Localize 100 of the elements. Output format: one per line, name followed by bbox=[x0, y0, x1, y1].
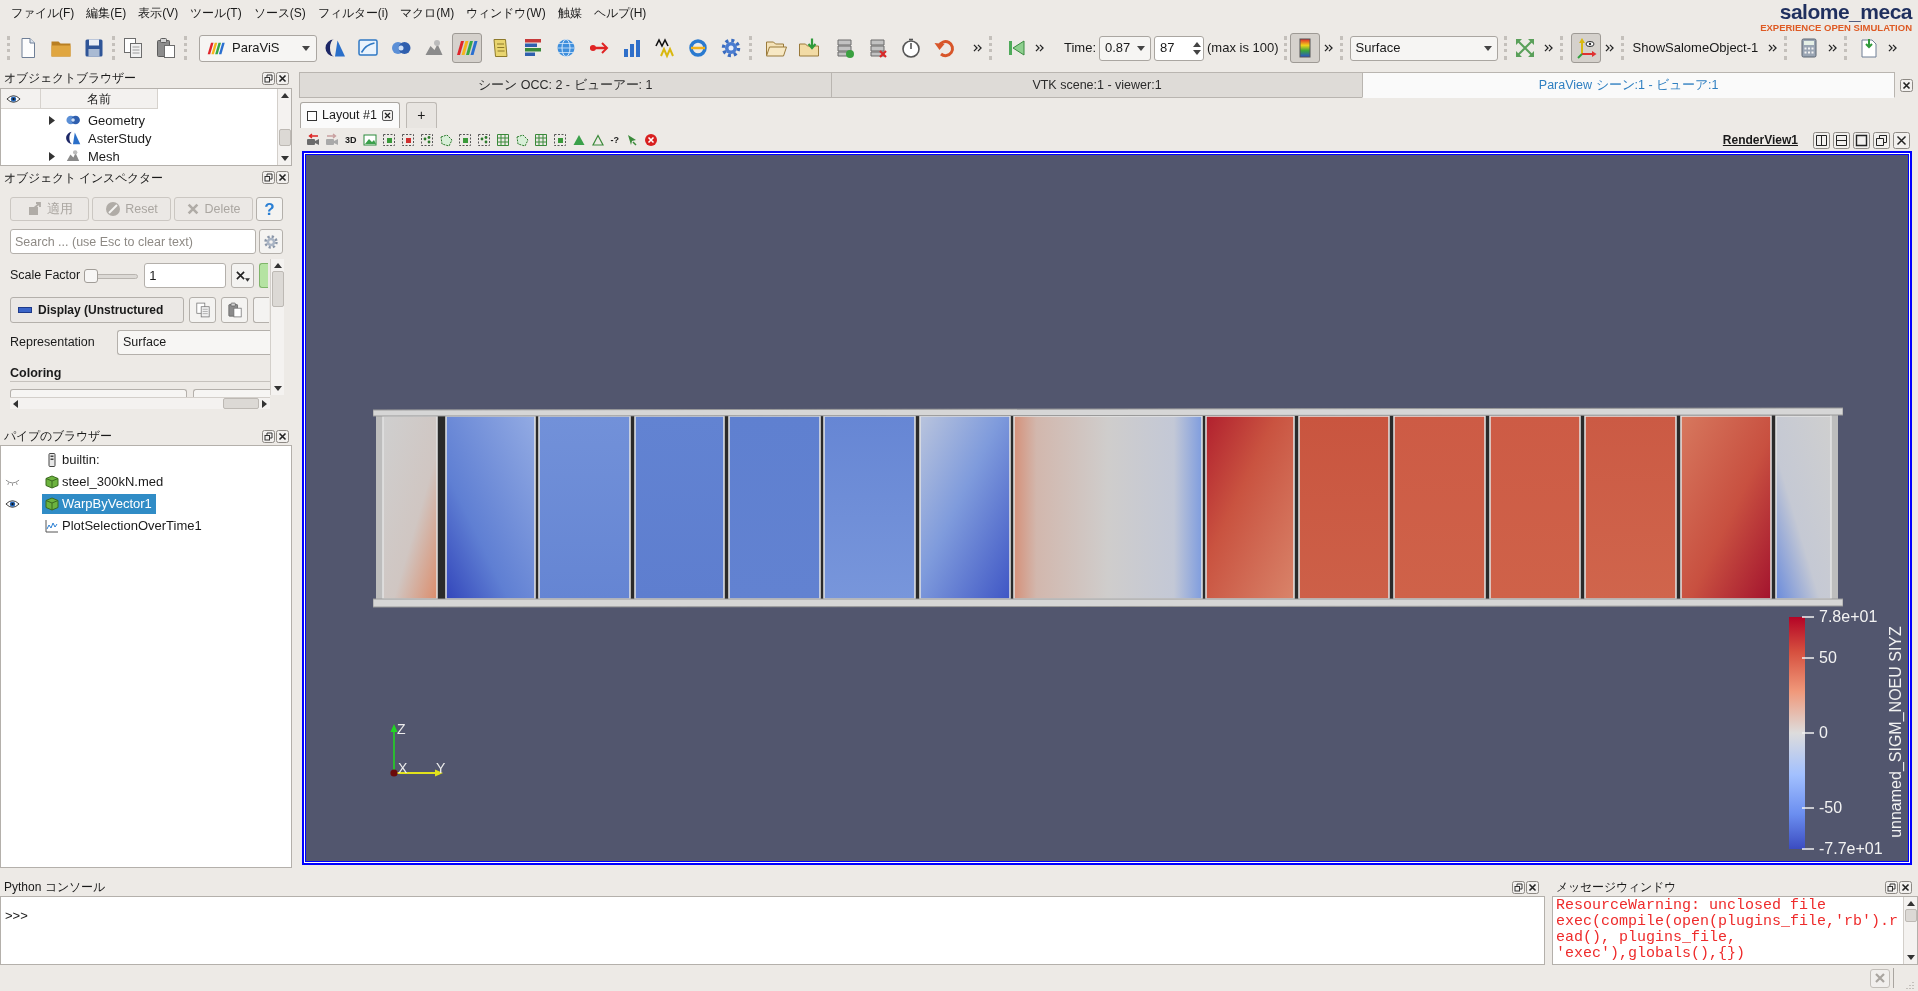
menu-item[interactable]: マクロ(M) bbox=[394, 0, 461, 24]
clear-button[interactable] bbox=[231, 263, 255, 288]
scrollbar[interactable] bbox=[270, 259, 284, 395]
scroll-up-icon[interactable] bbox=[280, 93, 289, 98]
axes-icon[interactable] bbox=[1570, 33, 1601, 63]
tree-item[interactable]: Geometry bbox=[1, 111, 277, 129]
undo-icon[interactable] bbox=[933, 37, 955, 59]
stacked-bars-icon[interactable] bbox=[522, 37, 544, 59]
menu-item[interactable]: 編集(E) bbox=[80, 0, 133, 24]
triangle-icon[interactable] bbox=[571, 133, 586, 147]
settings-icon[interactable] bbox=[720, 37, 742, 59]
camera-arrow-icon[interactable] bbox=[306, 133, 320, 147]
double-chevron-icon[interactable] bbox=[1604, 44, 1614, 52]
add-tab-button[interactable]: + bbox=[405, 102, 437, 128]
menu-item[interactable]: ウィンドウ(W) bbox=[460, 0, 552, 24]
float-icon[interactable] bbox=[262, 171, 275, 184]
folder-import-icon[interactable] bbox=[798, 37, 820, 59]
layout-tab[interactable]: Layout #1 bbox=[300, 102, 400, 128]
card-curve-icon[interactable] bbox=[357, 37, 379, 59]
stack-remove-icon[interactable] bbox=[867, 37, 889, 59]
stack-add-icon[interactable] bbox=[834, 37, 856, 59]
spin-up-icon[interactable] bbox=[1193, 41, 1202, 47]
display-button[interactable]: Display (Unstructured bbox=[10, 297, 184, 323]
close-icon[interactable] bbox=[381, 110, 393, 121]
paste-button[interactable] bbox=[221, 297, 248, 323]
scroll-up-icon[interactable] bbox=[273, 263, 282, 268]
selection-frame-icon[interactable] bbox=[457, 133, 472, 147]
eye-closed-icon[interactable] bbox=[5, 478, 20, 486]
tree-item[interactable]: AsterStudy bbox=[1, 129, 277, 147]
clipped-button[interactable] bbox=[10, 389, 187, 397]
render-view[interactable]: Z X Y 7.8e+01 50 0 -50 -7.7e+01 unnamed_SIGM_NOEU SIYZ bbox=[302, 151, 1912, 865]
scroll-thumb[interactable] bbox=[278, 129, 291, 146]
scroll-down-icon[interactable] bbox=[280, 156, 289, 161]
split-horizontal-icon[interactable] bbox=[1813, 131, 1830, 149]
scrollbar[interactable] bbox=[277, 89, 291, 165]
tree-item[interactable]: steel_300kN.med bbox=[42, 472, 168, 492]
macro-button[interactable]: ShowSalomeObject-1 bbox=[1632, 38, 1759, 58]
representation-dropdown[interactable]: Surface bbox=[1349, 35, 1498, 61]
tree-item[interactable]: PlotSelectionOverTime1 bbox=[42, 516, 206, 536]
ring-bar-icon[interactable] bbox=[687, 37, 709, 59]
zigzag-icon[interactable] bbox=[654, 37, 676, 59]
menu-item[interactable]: 表示(V) bbox=[132, 0, 185, 24]
double-chevron-icon[interactable] bbox=[973, 44, 982, 52]
clipped-button[interactable] bbox=[193, 389, 270, 397]
restore-icon[interactable] bbox=[1873, 131, 1890, 149]
column-header[interactable]: 名前 bbox=[41, 89, 158, 109]
close-icon[interactable] bbox=[1899, 880, 1912, 894]
time-dropdown[interactable]: 0.87 bbox=[1099, 35, 1152, 61]
value-field[interactable]: 1 bbox=[144, 263, 227, 288]
double-chevron-icon[interactable] bbox=[1035, 44, 1044, 52]
tree-item[interactable]: builtin: bbox=[42, 450, 104, 470]
save-icon[interactable] bbox=[83, 37, 105, 59]
close-icon[interactable] bbox=[276, 71, 289, 85]
copy-button[interactable] bbox=[189, 297, 216, 323]
float-icon[interactable] bbox=[262, 429, 275, 443]
column-header[interactable] bbox=[1, 89, 41, 109]
double-chevron-icon[interactable] bbox=[1828, 44, 1838, 52]
crescent-triangle-icon[interactable] bbox=[324, 37, 346, 59]
settings-button[interactable] bbox=[259, 229, 283, 254]
close-icon[interactable] bbox=[1526, 880, 1539, 894]
float-icon[interactable] bbox=[262, 71, 275, 85]
grid-selection-icon[interactable] bbox=[533, 133, 548, 147]
toggle-button[interactable] bbox=[259, 263, 269, 288]
close-icon[interactable] bbox=[1900, 78, 1913, 92]
scroll-thumb[interactable] bbox=[1904, 909, 1917, 922]
maximize-icon[interactable] bbox=[1853, 131, 1870, 149]
scroll-down-icon[interactable] bbox=[1906, 955, 1915, 960]
double-chevron-icon[interactable] bbox=[1323, 44, 1333, 52]
selection-frame-icon[interactable] bbox=[381, 133, 396, 147]
hover-query-button[interactable]: -? bbox=[609, 135, 620, 145]
menu-item[interactable]: ツール(T) bbox=[184, 0, 248, 24]
help-button[interactable]: ? bbox=[256, 197, 283, 221]
resize-grip-icon[interactable] bbox=[1904, 979, 1914, 989]
polygon-selection-icon[interactable] bbox=[514, 133, 529, 147]
eye-icon[interactable] bbox=[5, 499, 20, 509]
scroll-thumb[interactable] bbox=[223, 398, 259, 409]
double-chevron-icon[interactable] bbox=[1543, 44, 1553, 52]
scrollbar[interactable] bbox=[1903, 897, 1917, 964]
split-vertical-icon[interactable] bbox=[1833, 131, 1850, 149]
stripes-icon[interactable] bbox=[452, 33, 482, 63]
selection-points-icon[interactable] bbox=[419, 133, 434, 147]
menu-item[interactable]: ファイル(F) bbox=[5, 0, 81, 24]
image-icon[interactable] bbox=[362, 133, 377, 147]
scroll-thumb[interactable] bbox=[271, 271, 284, 307]
view-mode-button[interactable]: 3D bbox=[344, 135, 358, 145]
view-tab[interactable]: VTK scene:1 - viewer:1 bbox=[830, 72, 1364, 98]
view-tab[interactable]: ParaView シーン:1 - ビューア:1 bbox=[1362, 72, 1895, 98]
selection-points-icon[interactable] bbox=[476, 133, 491, 147]
copy-icon[interactable] bbox=[122, 37, 144, 59]
representation-dropdown[interactable]: Surface bbox=[117, 330, 270, 355]
selection-frame-icon[interactable] bbox=[552, 133, 567, 147]
spin-down-icon[interactable] bbox=[1193, 49, 1202, 55]
double-chevron-icon[interactable] bbox=[1768, 44, 1778, 52]
grid-selection-icon[interactable] bbox=[495, 133, 510, 147]
tree-item[interactable]: WarpByVector1 bbox=[42, 494, 156, 514]
menu-item[interactable]: フィルター(i) bbox=[311, 0, 395, 24]
float-icon[interactable] bbox=[1885, 880, 1898, 894]
caret-right-icon[interactable] bbox=[49, 151, 55, 161]
menu-item[interactable]: ソース(S) bbox=[247, 0, 312, 24]
scroll-left-icon[interactable] bbox=[13, 399, 18, 408]
